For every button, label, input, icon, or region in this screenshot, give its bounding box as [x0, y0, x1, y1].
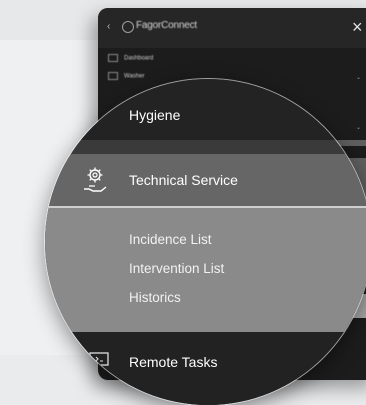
menu-item-technical-service[interactable]: Technical Service — [45, 154, 366, 206]
sidebar-item-dashboard[interactable]: Dashboard — [108, 54, 153, 62]
submenu-item-incidence-list[interactable]: Incidence List — [129, 232, 212, 247]
submenu-item-historics[interactable]: Historics — [129, 290, 181, 305]
dashboard-icon — [108, 54, 118, 62]
close-icon[interactable]: × — [352, 17, 363, 38]
brand-logo-icon — [122, 21, 134, 33]
magnifier-lens: Hygiene Technical Service Incidence List… — [45, 79, 366, 405]
menu-item-label: Hygiene — [129, 107, 181, 123]
monitor-icon — [89, 352, 109, 370]
menu-item-label: Technical Service — [129, 172, 238, 188]
technical-service-submenu: Incidence List Intervention List Histori… — [45, 208, 366, 332]
menu-item-remote-tasks[interactable]: Remote Tasks — [45, 332, 366, 405]
brand-name: FagorConnect — [136, 20, 197, 31]
submenu-item-intervention-list[interactable]: Intervention List — [129, 261, 224, 276]
menu-item-label: Remote Tasks — [129, 354, 218, 370]
panel-header: ‹ FagorConnect × — [98, 8, 366, 48]
divider — [45, 140, 366, 154]
menu-item-hygiene[interactable]: Hygiene — [45, 79, 366, 140]
gear-hand-icon — [84, 167, 107, 192]
sidebar-item-label: Dashboard — [124, 55, 154, 62]
back-chevron-icon[interactable]: ‹ — [107, 21, 110, 32]
